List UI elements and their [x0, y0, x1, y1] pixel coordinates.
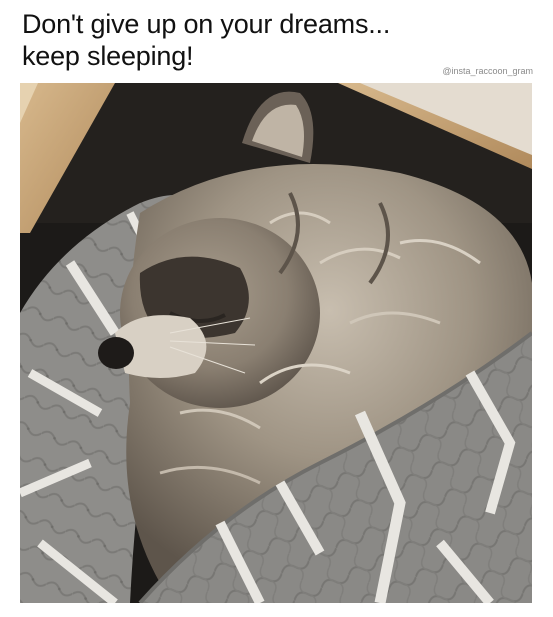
- watermark-handle: @insta_raccoon_gram: [442, 66, 533, 76]
- caption-line-1: Don't give up on your dreams...: [22, 9, 391, 39]
- meme-caption: Don't give up on your dreams... keep sle…: [22, 8, 522, 72]
- raccoon-photo: [20, 83, 532, 603]
- meme-card: Don't give up on your dreams... keep sle…: [0, 0, 553, 617]
- raccoon-photo-illustration: [20, 83, 532, 603]
